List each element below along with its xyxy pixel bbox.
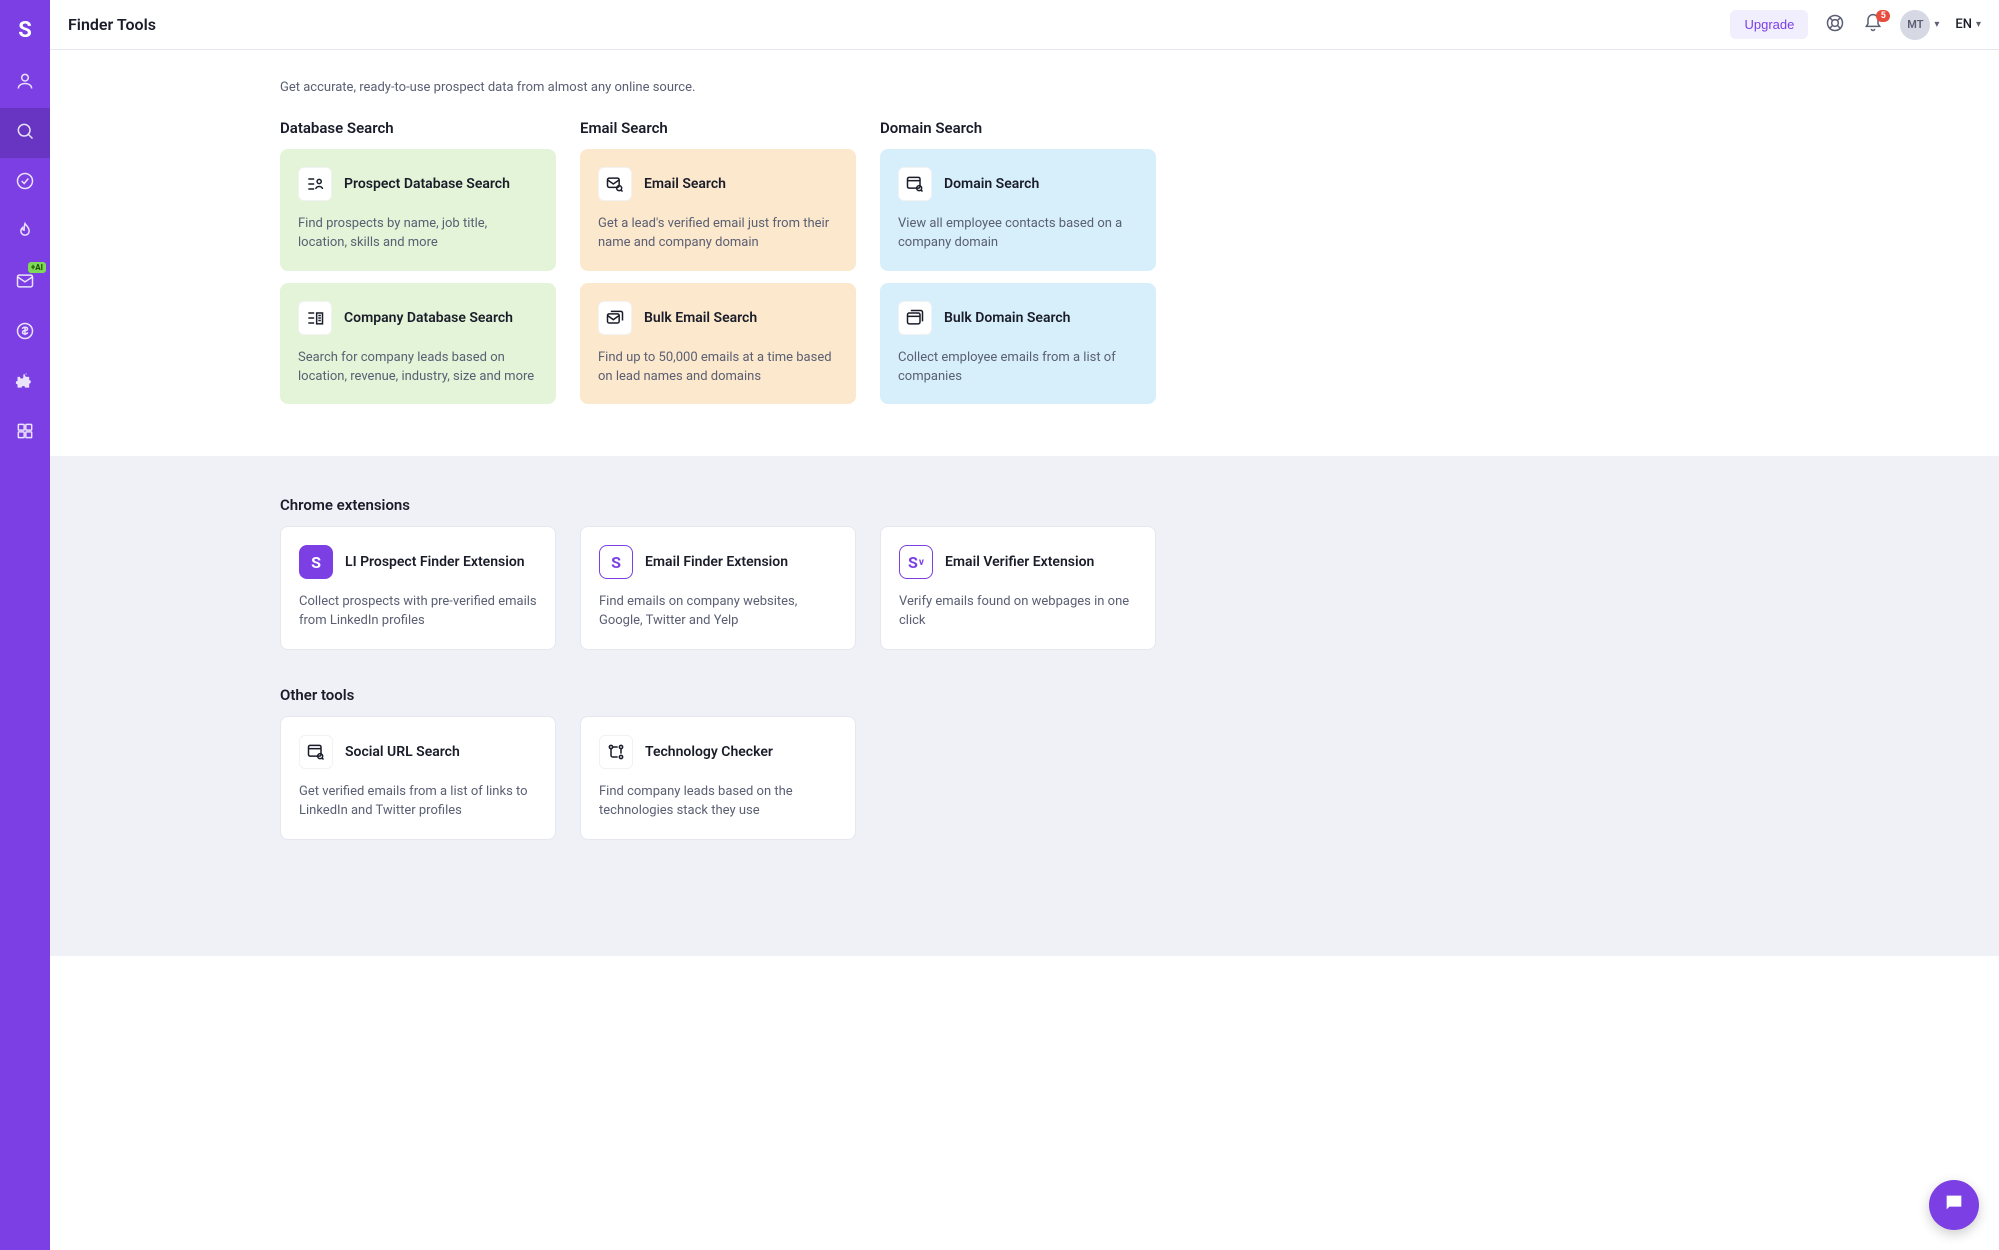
mail-icon: [15, 271, 35, 295]
card-title: LI Prospect Finder Extension: [345, 554, 525, 570]
chat-button[interactable]: [1929, 1180, 1979, 1230]
card-description: Search for company leads based on locati…: [298, 349, 538, 387]
notification-count: 5: [1876, 10, 1890, 22]
card-title: Email Search: [644, 176, 726, 192]
check-circle-icon: [15, 171, 35, 195]
sidebar-item-verify[interactable]: [0, 158, 50, 208]
browser-search-icon: [898, 167, 932, 201]
language-menu[interactable]: EN ▾: [1955, 17, 1981, 32]
person-icon: [15, 71, 35, 95]
extension-s-outline-icon: S: [599, 545, 633, 579]
ai-badge: +AI: [28, 262, 46, 273]
domain-search-column: Domain Search Domain Search View all emp…: [880, 119, 1156, 416]
sidebar: S +AI: [0, 0, 50, 1250]
prospect-database-search-card[interactable]: Prospect Database Search Find prospects …: [280, 149, 556, 271]
bulk-domain-search-card[interactable]: Bulk Domain Search Collect employee emai…: [880, 283, 1156, 405]
sidebar-item-contacts[interactable]: [0, 58, 50, 108]
card-description: Find company leads based on the technolo…: [599, 783, 837, 821]
sidebar-item-extensions[interactable]: [0, 358, 50, 408]
grid-icon: [15, 421, 35, 445]
card-description: Find emails on company websites, Google,…: [599, 593, 837, 631]
link-search-icon: [299, 735, 333, 769]
list-person-icon: [298, 167, 332, 201]
flame-icon: [15, 221, 35, 245]
extension-sv-outline-icon: Sv: [899, 545, 933, 579]
card-description: Collect prospects with pre-verified emai…: [299, 593, 537, 631]
extension-s-solid-icon: S: [299, 545, 333, 579]
extensions-heading: Chrome extensions: [280, 496, 1160, 514]
card-title: Email Verifier Extension: [945, 554, 1094, 570]
search-tools-section: Get accurate, ready-to-use prospect data…: [50, 50, 1999, 456]
email-search-column: Email Search Email Search Get a lead's v…: [580, 119, 856, 416]
list-building-icon: [298, 301, 332, 335]
sidebar-item-warmup[interactable]: [0, 208, 50, 258]
upgrade-button[interactable]: Upgrade: [1730, 10, 1808, 39]
social-url-search-card[interactable]: Social URL Search Get verified emails fr…: [280, 716, 556, 840]
app-logo[interactable]: S: [18, 10, 32, 50]
dollar-icon: [15, 321, 35, 345]
technology-icon: [599, 735, 633, 769]
email-search-card[interactable]: Email Search Get a lead's verified email…: [580, 149, 856, 271]
chat-icon: [1943, 1192, 1965, 1218]
help-button[interactable]: [1824, 14, 1846, 36]
card-title: Bulk Domain Search: [944, 310, 1071, 326]
li-prospect-finder-card[interactable]: S LI Prospect Finder Extension Collect p…: [280, 526, 556, 650]
section-subheading: Get accurate, ready-to-use prospect data…: [280, 80, 1160, 95]
chevron-down-icon: ▾: [1976, 19, 1981, 30]
mail-stack-icon: [598, 301, 632, 335]
card-description: Collect employee emails from a list of c…: [898, 349, 1138, 387]
column-heading: Email Search: [580, 119, 856, 137]
mail-search-icon: [598, 167, 632, 201]
card-description: Get verified emails from a list of links…: [299, 783, 537, 821]
card-title: Prospect Database Search: [344, 176, 510, 192]
card-description: Get a lead's verified email just from th…: [598, 215, 838, 253]
sidebar-item-finder[interactable]: [0, 108, 50, 158]
search-icon: [15, 121, 35, 145]
card-title: Social URL Search: [345, 744, 460, 760]
account-menu[interactable]: MT ▾: [1900, 10, 1939, 40]
card-title: Company Database Search: [344, 310, 513, 326]
technology-checker-card[interactable]: Technology Checker Find company leads ba…: [580, 716, 856, 840]
browser-stack-icon: [898, 301, 932, 335]
card-description: View all employee contacts based on a co…: [898, 215, 1138, 253]
card-title: Bulk Email Search: [644, 310, 757, 326]
language-label: EN: [1955, 17, 1972, 32]
company-database-search-card[interactable]: Company Database Search Search for compa…: [280, 283, 556, 405]
card-title: Technology Checker: [645, 744, 773, 760]
lifebuoy-icon: [1825, 13, 1845, 37]
column-heading: Domain Search: [880, 119, 1156, 137]
card-description: Verify emails found on webpages in one c…: [899, 593, 1137, 631]
sidebar-item-deals[interactable]: [0, 308, 50, 358]
extensions-section: Chrome extensions S LI Prospect Finder E…: [50, 456, 1999, 956]
database-search-column: Database Search Prospect Database Search…: [280, 119, 556, 416]
avatar: MT: [1900, 10, 1930, 40]
sidebar-item-apps[interactable]: [0, 408, 50, 458]
sidebar-item-campaigns[interactable]: +AI: [0, 258, 50, 308]
email-finder-extension-card[interactable]: S Email Finder Extension Find emails on …: [580, 526, 856, 650]
page-title: Finder Tools: [68, 15, 156, 34]
card-title: Email Finder Extension: [645, 554, 788, 570]
puzzle-icon: [15, 371, 35, 395]
email-verifier-extension-card[interactable]: Sv Email Verifier Extension Verify email…: [880, 526, 1156, 650]
other-tools-heading: Other tools: [280, 686, 1160, 704]
topbar: Finder Tools Upgrade 5 MT ▾ EN ▾: [50, 0, 1999, 50]
card-description: Find up to 50,000 emails at a time based…: [598, 349, 838, 387]
notifications-button[interactable]: 5: [1862, 14, 1884, 36]
card-title: Domain Search: [944, 176, 1039, 192]
bulk-email-search-card[interactable]: Bulk Email Search Find up to 50,000 emai…: [580, 283, 856, 405]
domain-search-card[interactable]: Domain Search View all employee contacts…: [880, 149, 1156, 271]
main-content: Get accurate, ready-to-use prospect data…: [50, 0, 1999, 956]
card-description: Find prospects by name, job title, locat…: [298, 215, 538, 253]
chevron-down-icon: ▾: [1934, 19, 1939, 30]
column-heading: Database Search: [280, 119, 556, 137]
